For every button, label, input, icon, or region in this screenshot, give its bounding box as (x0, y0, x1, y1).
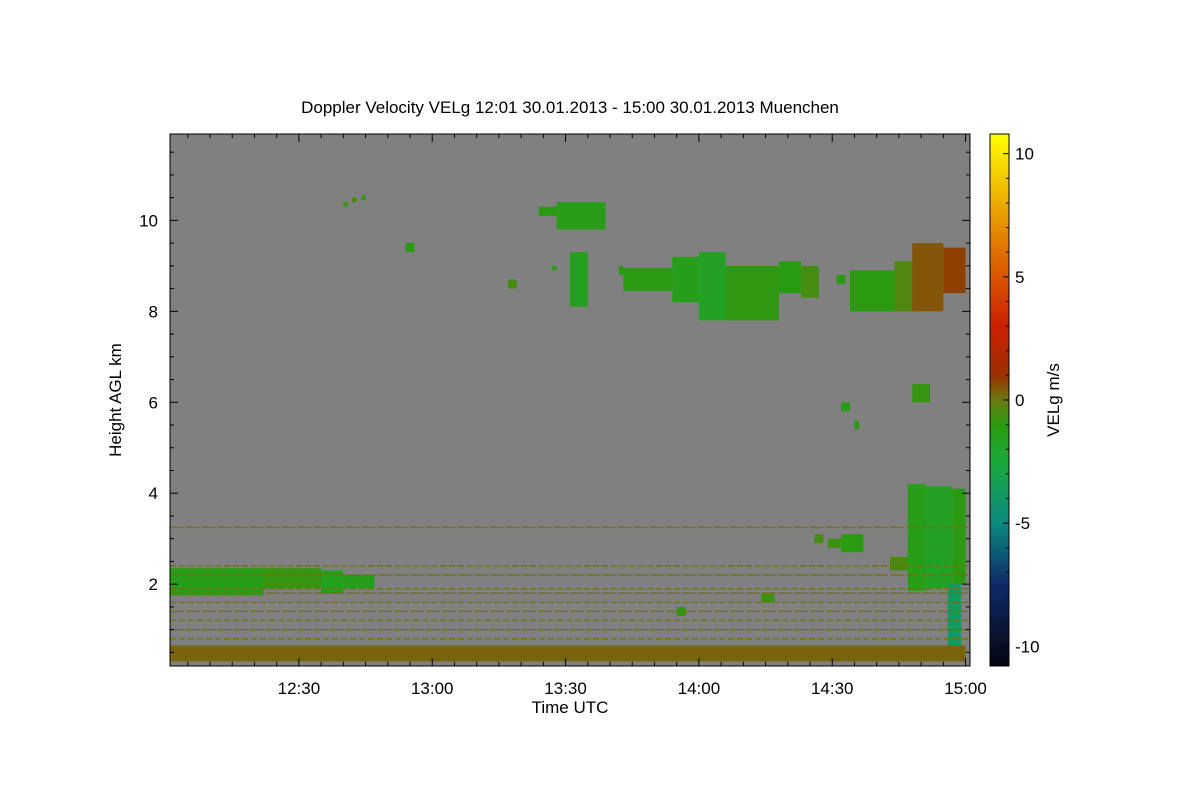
colorbar-tick-label: -10 (1015, 637, 1040, 656)
colorbar: 10 5 0 -5 -10 (989, 133, 1040, 667)
colorbar-tick-label: 0 (1015, 391, 1024, 410)
colorbar-tick-label: 10 (1015, 145, 1034, 164)
colorbar-tick-label: -5 (1015, 514, 1030, 533)
colorbar-tick-label: 5 (1015, 268, 1024, 287)
